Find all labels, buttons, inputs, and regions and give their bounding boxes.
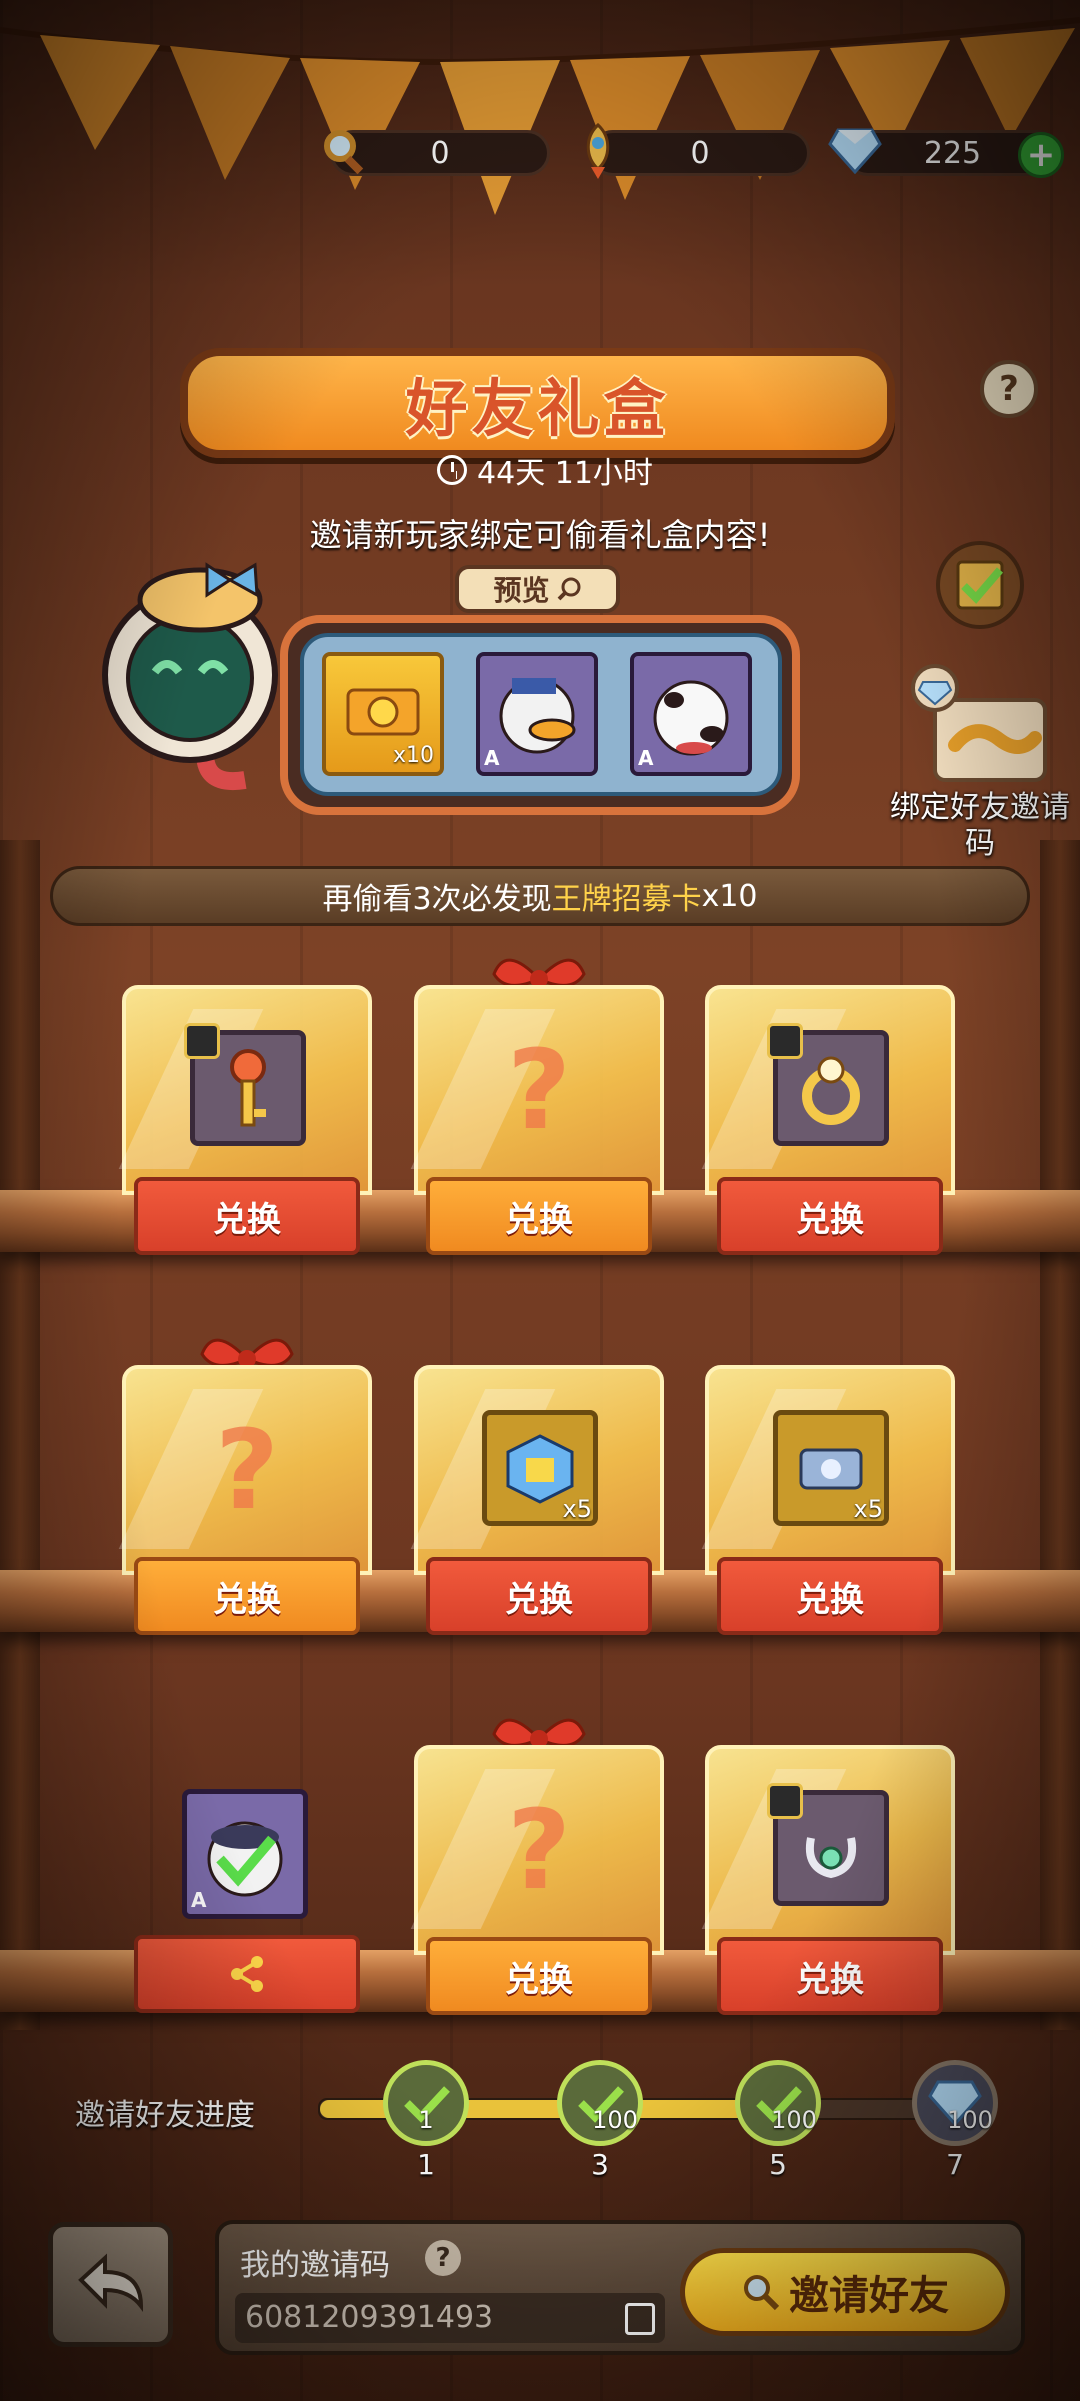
recruit-card-item: x10 (322, 652, 444, 776)
checklist-icon[interactable] (930, 540, 1030, 630)
exchange-button[interactable]: 兑换 (426, 1937, 652, 2015)
search-icon (557, 577, 580, 601)
handshake-icon (911, 664, 1047, 782)
title-banner: 好友礼盒 (180, 348, 895, 458)
rocket-icon (565, 118, 631, 184)
invite-code-help-button[interactable]: ? (425, 2240, 461, 2276)
diamond-icon (822, 118, 888, 184)
rank-badge: A (191, 1888, 207, 1912)
timer-text: 44天 11小时 (477, 456, 653, 491)
reward-amount: 100 (592, 2106, 638, 2134)
preview-label: 预览 (493, 574, 550, 607)
reward-amount: 100 (947, 2106, 993, 2134)
item-type-badge (767, 1023, 803, 1059)
rank-badge: A (638, 746, 654, 770)
invite-progress-label: 邀请好友进度 (75, 2098, 255, 2133)
clock-icon (437, 455, 468, 485)
add-gems-button[interactable]: + (1018, 132, 1064, 178)
preview-count: x10 (392, 743, 434, 768)
gift-box: 兑换 (705, 985, 955, 1255)
gift-box-mystery: ? 兑换 (414, 958, 664, 1255)
gift-box: x5 兑换 (705, 1365, 955, 1635)
gift-box: x5 兑换 (414, 1365, 664, 1635)
item-type-badge (767, 1783, 803, 1819)
help-button[interactable]: ? (980, 360, 1038, 418)
bunting-decoration (0, 17, 1080, 215)
preview-button[interactable]: 预览 (455, 565, 620, 613)
event-timer: 44天 11小时 (405, 448, 685, 492)
peek-hint-prefix: 再偷看3次必发现 (322, 882, 552, 917)
copy-icon[interactable] (625, 2303, 655, 2335)
exchange-button[interactable]: 兑换 (134, 1177, 360, 1255)
duck-character-item: A (476, 652, 598, 776)
shelf-post-left (0, 840, 40, 2030)
peek-hint-suffix: x10 (701, 878, 758, 914)
item-count: x5 (853, 1495, 883, 1523)
milestone-number: 7 (946, 2148, 964, 2181)
invite-code-field: 6081209391493 (235, 2293, 665, 2343)
reward-amount: 1 (418, 2106, 434, 2134)
exchange-button[interactable]: 兑换 (717, 1177, 943, 1255)
search-icon (744, 2275, 780, 2311)
milestone-number: 3 (591, 2148, 609, 2181)
bear-character-item: A (182, 1789, 308, 1919)
gem-count: 225 (923, 135, 982, 171)
exchange-button[interactable]: 兑换 (134, 1557, 360, 1635)
back-button[interactable] (48, 2222, 173, 2347)
astronaut-mascot (102, 562, 278, 791)
exchange-button[interactable]: 兑换 (426, 1557, 652, 1635)
milestone-number: 5 (769, 2148, 787, 2181)
share-icon (231, 1956, 263, 1992)
question-mark-icon: ? (215, 1406, 279, 1534)
invite-code-title: 我的邀请码 (240, 2248, 390, 2283)
exchange-button[interactable]: 兑换 (426, 1177, 652, 1255)
shelf-post-right (1040, 840, 1080, 2030)
exchange-button[interactable]: 兑换 (717, 1937, 943, 2015)
gift-box: 兑换 (705, 1745, 955, 2015)
peek-progress-bar: 再偷看3次必发现 王牌招募卡 x10 (50, 866, 1030, 926)
reward-amount: 100 (771, 2106, 817, 2134)
item-type-badge (184, 1023, 220, 1059)
magnifier-icon (312, 118, 378, 184)
back-arrow-icon (77, 2252, 143, 2312)
gift-box-mystery: ? 兑换 (122, 1338, 372, 1635)
question-mark-icon: ? (507, 1026, 571, 1154)
gift-box: 兑换 (122, 985, 372, 1255)
gift-box-claimed: A (122, 1745, 372, 2015)
milestone-number: 1 (417, 2148, 435, 2181)
rank-badge: A (484, 746, 500, 770)
invite-hint-text: 邀请新玩家绑定可偷看礼盒内容! (309, 516, 771, 554)
magnifier-count: 0 (430, 135, 450, 171)
gift-box-mystery: ? 兑换 (414, 1718, 664, 2015)
question-mark-icon: ? (507, 1786, 571, 1914)
rocket-count: 0 (690, 135, 710, 171)
dog-character-item: A (630, 652, 752, 776)
peek-hint-highlight: 王牌招募卡 (551, 882, 702, 917)
invite-friends-label: 邀请好友 (789, 2273, 949, 2319)
item-count: x5 (562, 1495, 592, 1523)
invite-friends-button[interactable]: 邀请好友 (680, 2248, 1010, 2336)
exchange-button[interactable]: 兑换 (717, 1557, 943, 1635)
page-title: 好友礼盒 (405, 372, 670, 445)
share-button[interactable] (134, 1935, 360, 2013)
